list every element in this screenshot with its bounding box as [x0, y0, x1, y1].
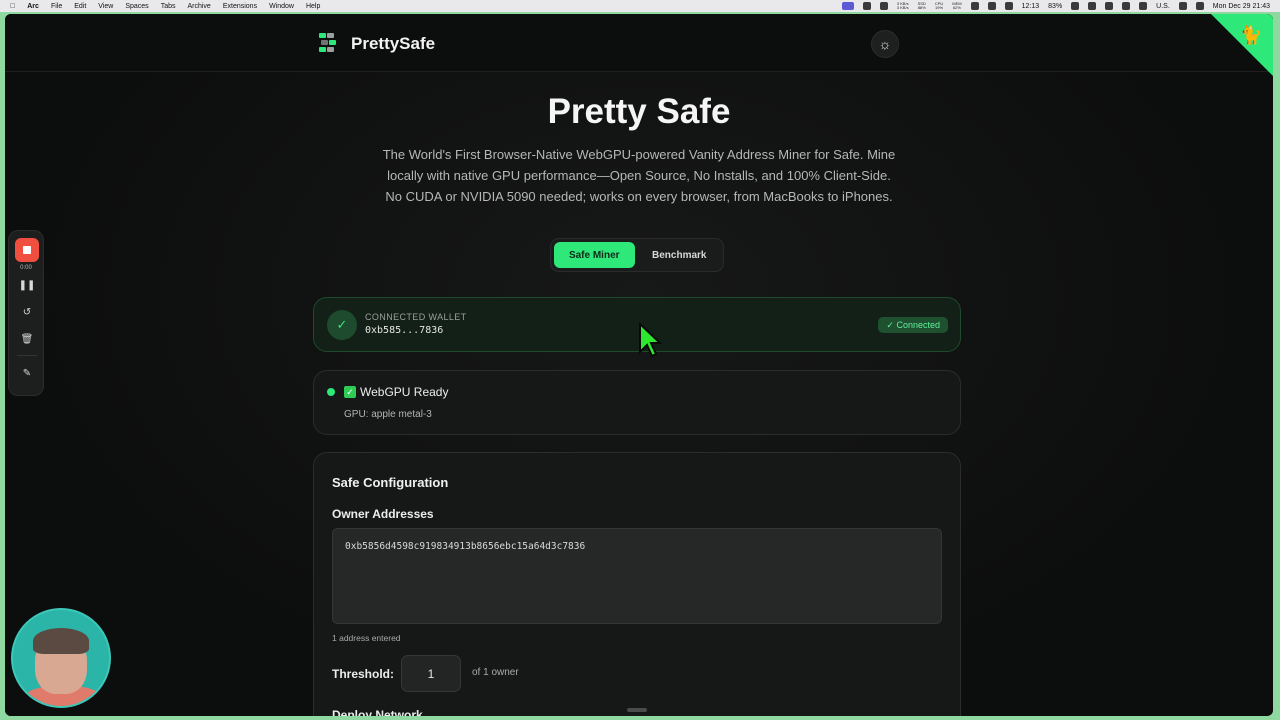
mouse-cursor-icon	[639, 322, 662, 358]
network-stat[interactable]: 3 KB/s 3 KB/s	[897, 2, 909, 10]
wechat-icon[interactable]	[1088, 2, 1097, 10]
menu-file[interactable]: File	[51, 3, 62, 10]
webgpu-status: ✓ WebGPU Ready	[344, 385, 448, 399]
screen-record-status-icon[interactable]	[841, 2, 854, 10]
calendar-icon[interactable]	[987, 2, 996, 10]
menu-clock-small[interactable]: 12:13	[1022, 3, 1040, 10]
restart-icon[interactable]: ↺	[18, 306, 36, 320]
volume-icon[interactable]	[1122, 2, 1131, 10]
tab-benchmark[interactable]: Benchmark	[639, 242, 721, 268]
config-title: Safe Configuration	[332, 475, 449, 490]
connected-wallet-card: ✓ CONNECTED WALLET 0xb585...7836 ✓ Conne…	[313, 297, 961, 352]
recorder-toolbar: 0:00 ❚❚ ↺ 🗑 ✎	[8, 230, 44, 396]
brand-name: PrettySafe	[351, 34, 436, 53]
gpu-detail: GPU: apple metal-3	[344, 409, 432, 420]
cpu-stat[interactable]: CPU 19%	[935, 2, 943, 10]
scroll-indicator[interactable]	[627, 708, 647, 712]
bluetooth-icon[interactable]	[1139, 2, 1148, 10]
stop-icon	[23, 246, 31, 254]
check-icon: ✓	[327, 310, 357, 340]
webgpu-status-text: WebGPU Ready	[360, 385, 449, 399]
brand-logo-link[interactable]: PrettySafe	[317, 32, 435, 56]
wallet-label: CONNECTED WALLET	[365, 312, 467, 322]
webcam-hair	[33, 628, 89, 654]
theme-toggle-button[interactable]: ☼	[871, 30, 899, 58]
site-header: PrettySafe ☼	[5, 14, 1273, 72]
menu-app-name[interactable]: Arc	[27, 3, 39, 10]
threshold-input[interactable]: 1	[401, 655, 461, 692]
pause-icon[interactable]: ❚❚	[18, 279, 36, 293]
menu-datetime[interactable]: Mon Dec 29 21:43	[1213, 3, 1270, 10]
clipboard-icon[interactable]	[970, 2, 979, 10]
wifi-icon[interactable]	[1178, 2, 1187, 10]
webcam-overlay[interactable]	[11, 608, 111, 708]
sun-icon: ☼	[878, 36, 892, 52]
menu-extra-icon[interactable]	[879, 2, 888, 10]
trash-icon[interactable]: 🗑	[18, 333, 36, 347]
app-window: PrettySafe ☼ 🐈 Pretty Safe The World's F…	[5, 14, 1273, 716]
mode-tabs: Safe Miner Benchmark	[550, 238, 724, 272]
threshold-suffix: of 1 owner	[472, 667, 519, 678]
control-center-icon[interactable]	[1195, 2, 1204, 10]
checkbox-check-icon: ✓	[344, 386, 356, 398]
tab-safe-miner[interactable]: Safe Miner	[554, 242, 635, 268]
battery-percent[interactable]: 83%	[1048, 3, 1062, 10]
pen-icon[interactable]: ✎	[18, 367, 36, 381]
menu-archive[interactable]: Archive	[187, 3, 210, 10]
connected-badge: ✓ Connected	[878, 317, 948, 333]
owner-addresses-input[interactable]: 0xb5856d4598c919834913b8656ebc15a64d3c78…	[332, 528, 942, 624]
menu-help[interactable]: Help	[306, 3, 320, 10]
page-description: The World's First Browser-Native WebGPU-…	[382, 147, 896, 204]
prettysafe-logo-icon	[317, 32, 341, 56]
owner-addresses-label: Owner Addresses	[332, 507, 434, 521]
memory-stat[interactable]: MEM 62%	[952, 2, 961, 10]
owner-count: 1 address entered	[332, 633, 401, 643]
menu-edit[interactable]: Edit	[74, 3, 86, 10]
page-title: Pretty Safe	[547, 92, 731, 131]
stop-recording-button[interactable]	[15, 238, 39, 262]
menu-spaces[interactable]: Spaces	[125, 3, 148, 10]
app-icon[interactable]	[1071, 2, 1080, 10]
dropbox-icon[interactable]	[1105, 2, 1114, 10]
deploy-network-label: Deploy Network	[332, 708, 423, 716]
menu-extensions[interactable]: Extensions	[223, 3, 257, 10]
menu-tabs[interactable]: Tabs	[161, 3, 176, 10]
webgpu-status-card: ✓ WebGPU Ready GPU: apple metal-3	[313, 370, 961, 435]
toolbar-divider	[17, 355, 37, 356]
macos-menu-bar:  Arc File Edit View Spaces Tabs Archive…	[0, 0, 1280, 12]
wallet-address: 0xb585...7836	[365, 325, 444, 336]
input-source[interactable]: U.S.	[1156, 3, 1170, 10]
ssd-stat[interactable]: SSD 88%	[918, 2, 926, 10]
github-octocat-icon[interactable]: 🐈	[1239, 24, 1263, 46]
menu-view[interactable]: View	[98, 3, 113, 10]
threshold-label: Threshold:	[332, 667, 394, 681]
safe-configuration-card: Safe Configuration Owner Addresses 0xb58…	[313, 452, 961, 716]
extension-icon[interactable]	[1004, 2, 1013, 10]
shield-icon[interactable]	[862, 2, 871, 10]
menu-window[interactable]: Window	[269, 3, 294, 10]
status-dot-icon	[327, 388, 335, 396]
recording-time: 0:00	[20, 265, 32, 271]
apple-menu-icon[interactable]: 	[10, 3, 15, 10]
